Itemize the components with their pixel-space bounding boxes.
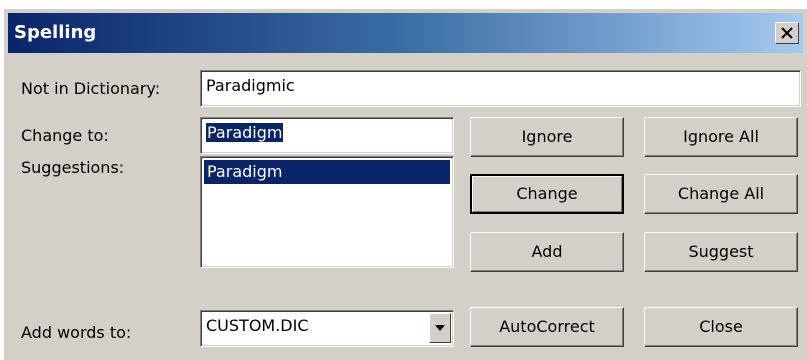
change-to-value: Paradigm xyxy=(206,123,284,142)
close-button[interactable]: Close xyxy=(644,307,798,347)
change-all-button[interactable]: Change All xyxy=(644,174,798,214)
change-to-label: Change to: xyxy=(21,126,109,145)
suggest-button[interactable]: Suggest xyxy=(644,232,798,272)
suggestions-list[interactable]: Paradigm xyxy=(200,156,454,268)
autocorrect-button[interactable]: AutoCorrect xyxy=(470,307,624,347)
combo-dropdown-button[interactable] xyxy=(429,313,451,343)
close-icon xyxy=(781,27,793,39)
suggestion-item-label: Paradigm xyxy=(207,162,283,181)
close-window-button[interactable] xyxy=(775,22,799,44)
suggestion-item-selected[interactable]: Paradigm xyxy=(204,160,450,184)
ignore-all-button[interactable]: Ignore All xyxy=(644,117,798,157)
change-button[interactable]: Change xyxy=(470,174,624,214)
chevron-down-icon xyxy=(435,325,445,331)
window-title: Spelling xyxy=(14,22,97,43)
spelling-dialog: Spelling Not in Dictionary: Paradigmic C… xyxy=(4,9,807,360)
not-in-dictionary-field[interactable]: Paradigmic xyxy=(200,70,801,107)
not-in-dictionary-label: Not in Dictionary: xyxy=(21,79,161,98)
add-words-to-value: CUSTOM.DIC xyxy=(206,316,309,335)
add-words-to-combo[interactable]: CUSTOM.DIC xyxy=(200,310,454,347)
title-bar: Spelling xyxy=(8,13,803,53)
not-in-dictionary-value: Paradigmic xyxy=(206,76,295,95)
add-button[interactable]: Add xyxy=(470,232,624,272)
suggestions-label: Suggestions: xyxy=(21,158,125,177)
ignore-button[interactable]: Ignore xyxy=(470,117,624,157)
change-to-input[interactable]: Paradigm xyxy=(200,117,454,154)
add-words-to-label: Add words to: xyxy=(21,323,132,342)
